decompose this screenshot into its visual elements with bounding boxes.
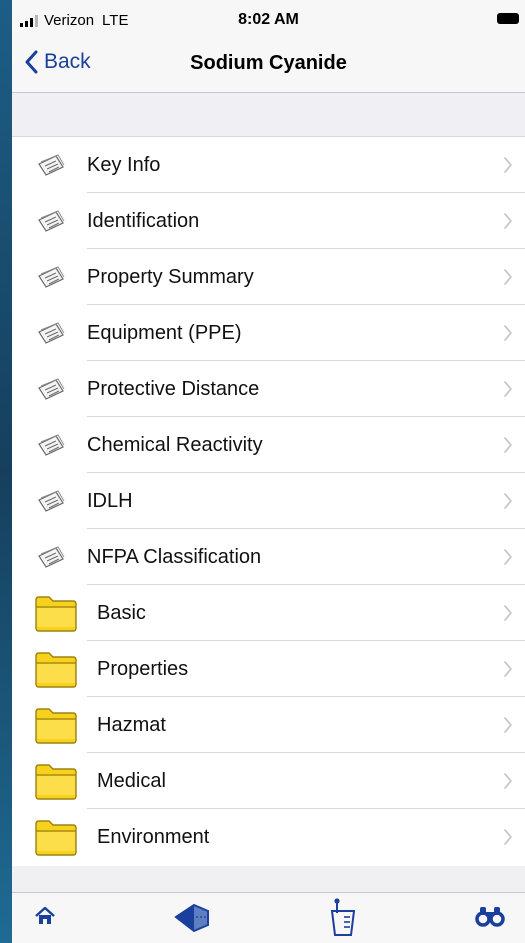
- status-time: 8:02 AM: [238, 11, 299, 28]
- document-icon: [36, 266, 66, 288]
- chevron-right-icon: [503, 548, 513, 566]
- status-bar: Verizon LTE 8:02 AM: [12, 0, 525, 40]
- chevron-right-icon: [503, 660, 513, 678]
- home-icon: [35, 906, 55, 924]
- document-icon: [36, 154, 66, 176]
- list-item-label: Environment: [97, 826, 210, 848]
- chevron-right-icon: [503, 324, 513, 342]
- document-icon: [36, 434, 66, 456]
- document-icon: [36, 546, 66, 568]
- list-item-label: Medical: [97, 770, 166, 792]
- folder-icon: [34, 650, 78, 688]
- chevron-right-icon: [503, 268, 513, 286]
- tab-map[interactable]: [172, 901, 212, 940]
- beaker-icon: [330, 898, 356, 936]
- list-item[interactable]: Environment: [12, 809, 525, 865]
- chevron-right-icon: [503, 156, 513, 174]
- section-spacer: [12, 93, 525, 137]
- list-item-label: Properties: [97, 658, 189, 680]
- folder-icon: [34, 762, 78, 800]
- folder-icon: [34, 706, 78, 744]
- folder-icon: [34, 594, 78, 632]
- document-icon: [36, 210, 66, 232]
- list-item-label: Basic: [97, 602, 146, 624]
- list-item[interactable]: Basic: [12, 585, 525, 641]
- chevron-right-icon: [503, 380, 513, 398]
- list-item[interactable]: Hazmat: [12, 697, 525, 753]
- background-edge: [0, 0, 12, 943]
- list-item[interactable]: Medical: [12, 753, 525, 809]
- list-item-label: Protective Distance: [87, 378, 260, 400]
- tab-search[interactable]: [475, 905, 505, 932]
- list-item-label: Key Info: [87, 154, 161, 176]
- list-item[interactable]: IDLH: [12, 473, 525, 529]
- chevron-right-icon: [503, 492, 513, 510]
- bottom-spacer: [12, 866, 525, 892]
- list-item[interactable]: NFPA Classification: [12, 529, 525, 585]
- chevron-right-icon: [503, 716, 513, 734]
- list-item[interactable]: Equipment (PPE): [12, 305, 525, 361]
- document-icon: [36, 378, 66, 400]
- navigation-bar: Back Sodium Cyanide: [12, 40, 525, 93]
- map-icon: [174, 903, 209, 933]
- list-item-label: IDLH: [87, 490, 133, 512]
- list-item[interactable]: Protective Distance: [12, 361, 525, 417]
- tab-bar: [12, 892, 525, 943]
- folder-icon: [34, 818, 78, 856]
- chevron-right-icon: [503, 436, 513, 454]
- phone-screen: Verizon LTE 8:02 AM Back Sodium Cyanide …: [12, 0, 525, 943]
- topic-list: Key Info Identification Property Summary Eq…: [12, 137, 525, 865]
- list-item-label: Equipment (PPE): [87, 322, 242, 344]
- list-item-label: Chemical Reactivity: [87, 434, 263, 456]
- tab-home[interactable]: [34, 905, 56, 932]
- list-item-label: Property Summary: [87, 266, 254, 288]
- list-item[interactable]: Chemical Reactivity: [12, 417, 525, 473]
- chevron-right-icon: [503, 828, 513, 846]
- chevron-right-icon: [503, 604, 513, 622]
- tab-reactivity[interactable]: [328, 897, 358, 942]
- list-item[interactable]: Key Info: [12, 137, 525, 193]
- list-item-label: NFPA Classification: [87, 546, 262, 568]
- list-item[interactable]: Property Summary: [12, 249, 525, 305]
- chevron-right-icon: [503, 212, 513, 230]
- battery-icon: [497, 13, 519, 24]
- document-icon: [36, 322, 66, 344]
- list-item-label: Hazmat: [97, 714, 166, 736]
- binoculars-icon: [475, 907, 505, 927]
- list-item[interactable]: Identification: [12, 193, 525, 249]
- document-icon: [36, 490, 66, 512]
- chevron-right-icon: [503, 772, 513, 790]
- list-item[interactable]: Properties: [12, 641, 525, 697]
- list-item-label: Identification: [87, 210, 200, 232]
- page-title: Sodium Cyanide: [190, 52, 347, 74]
